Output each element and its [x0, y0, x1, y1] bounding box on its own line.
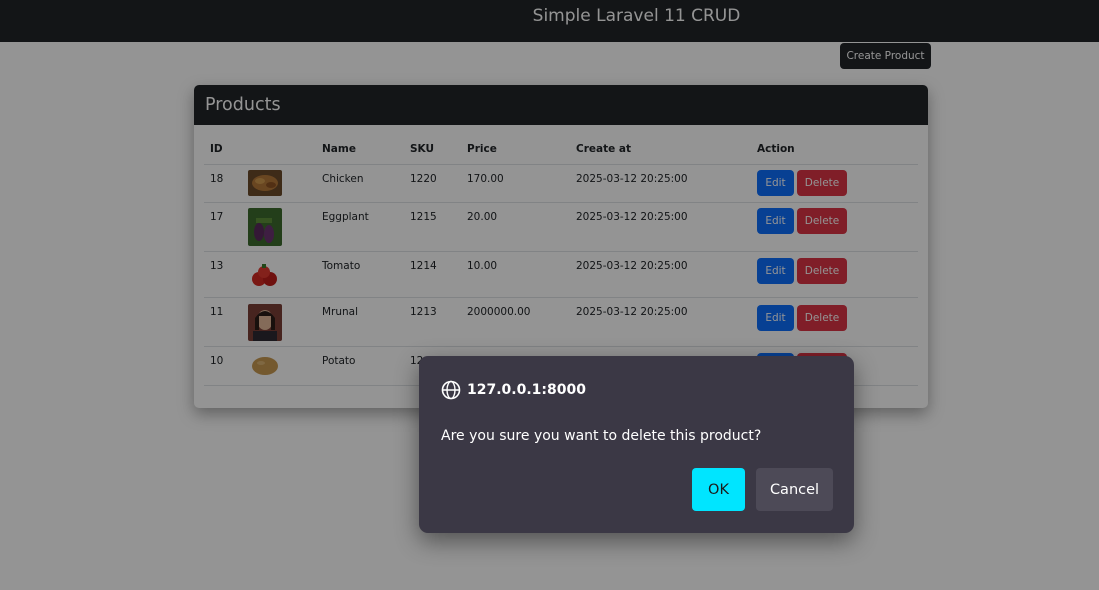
confirm-dialog: 127.0.0.1:8000 Are you sure you want to … — [419, 356, 854, 533]
globe-icon — [441, 380, 461, 400]
dialog-origin: 127.0.0.1:8000 — [467, 382, 586, 398]
dialog-title: 127.0.0.1:8000 — [441, 380, 586, 400]
dialog-message: Are you sure you want to delete this pro… — [441, 428, 762, 444]
ok-button[interactable]: OK — [692, 468, 745, 511]
cancel-button[interactable]: Cancel — [756, 468, 833, 511]
